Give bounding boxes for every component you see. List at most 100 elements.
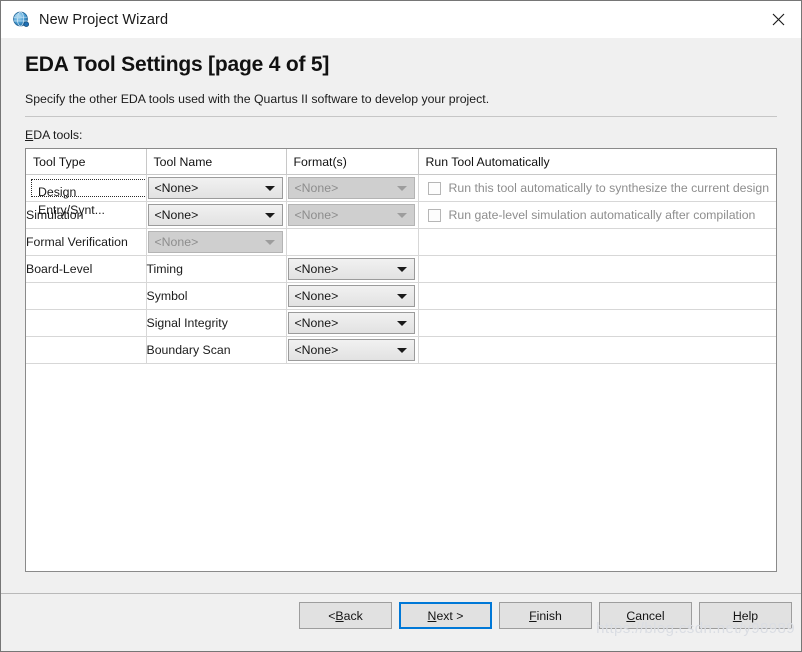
tool-type-label: Design Entry/Synt... [31,179,147,217]
cell-run-tool-automatically [418,282,776,310]
cell-format: <None> [286,201,419,229]
cell-format: <None> [286,174,419,202]
cell-tool-name: Signal Integrity [146,309,287,337]
chevron-down-icon [396,186,407,191]
cell-tool-type[interactable]: Board-Level [26,255,147,283]
cell-format: <None> [286,282,419,310]
globe-icon [12,11,30,29]
column-header-tool-type: Tool Type [26,149,147,175]
cell-format: <None> [286,336,419,364]
cell-empty [418,363,776,364]
chevron-down-icon [264,186,275,191]
run-tool-row: Run gate-level simulation automatically … [419,202,777,228]
chevron-down-icon [264,240,275,245]
format-dropdown: <None> [287,177,415,199]
format-dropdown[interactable]: <None> [287,258,415,280]
eda-tools-label: EDA tools: [25,128,801,142]
format-dropdown-value: <None> [294,343,339,357]
column-header-formats: Format(s) [286,149,419,175]
cell-format [286,228,419,256]
cell-empty [146,363,287,364]
chevron-down-icon [264,213,275,218]
finish-button[interactable]: Finish [499,602,592,629]
chevron-down-icon [396,321,407,326]
close-button[interactable] [755,1,801,38]
next-button[interactable]: Next > [399,602,492,629]
table-body: Design Entry/Synt... <None> <None> Run this… [26,174,777,364]
cell-format: <None> [286,255,419,283]
button-label-mnemonic: H [732,608,742,623]
cell-run-tool-automatically: Run gate-level simulation automatically … [418,201,777,229]
tool-name-dropdown-value: <None> [154,181,199,195]
run-tool-row: Run this tool automatically to synthesiz… [419,175,777,201]
format-dropdown-value: <None> [294,316,339,330]
button-label-mnemonic: F [529,608,537,623]
button-label-rest: ack [343,608,363,623]
tool-name-dropdown[interactable]: <None> [147,177,283,199]
chevron-down-icon [396,294,407,299]
table-row: Boundary Scan <None> [26,336,776,364]
tool-name-label: Timing [146,262,183,276]
tool-name-dropdown[interactable]: <None> [147,204,283,226]
format-dropdown[interactable]: <None> [287,339,415,361]
tool-name-label: Symbol [146,289,188,303]
column-header-run-tool-automatically: Run Tool Automatically [418,149,776,175]
cell-format: <None> [286,309,419,337]
cell-tool-type[interactable]: Formal Verification [26,228,147,256]
cancel-button[interactable]: Cancel [599,602,692,629]
format-dropdown-value: <None> [294,262,339,276]
button-label-mnemonic: C [626,608,636,623]
cell-empty [286,363,419,364]
cell-run-tool-automatically [418,336,776,364]
cell-run-tool-automatically [418,309,776,337]
cell-tool-type[interactable]: Design Entry/Synt... [26,174,147,217]
table-row: Symbol <None> [26,282,776,310]
help-button[interactable]: Help [699,602,792,629]
chevron-down-icon [396,213,407,218]
run-tool-label: Run gate-level simulation automatically … [448,208,756,222]
table-filler-row [26,363,776,364]
footer-buttons: < Back Next > Finish Cancel Help [292,594,792,629]
eda-tools-label-mnemonic: E [25,128,34,142]
table-row: Simulation <None> <None> Run gate-level sim… [26,201,777,229]
run-tool-checkbox[interactable] [427,181,441,195]
cell-tool-name: <None> [146,174,287,202]
format-dropdown[interactable]: <None> [287,312,415,334]
cell-tool-name: <None> [146,228,287,256]
cell-tool-type[interactable] [26,282,147,310]
cell-run-tool-automatically: Run this tool automatically to synthesiz… [418,174,777,202]
chevron-down-icon [396,267,407,272]
cell-run-tool-automatically [418,228,776,256]
button-label-prefix: < [328,608,336,623]
format-dropdown[interactable]: <None> [287,285,415,307]
button-label-mnemonic: N [427,608,437,623]
back-button[interactable]: < Back [299,602,392,629]
eda-tools-label-rest: DA tools: [33,128,83,142]
cell-tool-name: <None> [146,201,287,229]
chevron-down-icon [396,348,407,353]
cell-empty [26,363,147,364]
window-title: New Project Wizard [39,11,169,28]
format-dropdown: <None> [287,204,415,226]
run-tool-checkbox[interactable] [427,208,441,222]
cell-tool-name: Timing [146,255,287,283]
tool-type-label: Simulation [26,208,84,222]
tool-name-label: Boundary Scan [146,343,231,357]
tool-name-dropdown-value: <None> [154,208,199,222]
cell-tool-name: Symbol [146,282,287,310]
button-label-rest: inish [536,608,562,623]
column-header-tool-name: Tool Name [146,149,287,175]
format-dropdown-value: <None> [294,208,339,222]
footer-button-bar: < Back Next > Finish Cancel Help https://blo… [1,594,801,651]
eda-tools-table-panel: Tool Type Tool Name Format(s) Run Tool A… [25,148,777,572]
table-row: Board-Level Timing <None> [26,255,776,283]
run-tool-label: Run this tool automatically to synthesiz… [448,181,770,195]
header-divider [25,116,777,117]
table-row: Signal Integrity <None> [26,309,776,337]
cell-tool-type[interactable] [26,336,147,364]
cell-tool-name: Boundary Scan [146,336,287,364]
button-label-rest: ancel [635,608,665,623]
page-title: EDA Tool Settings [page 4 of 5] [25,53,330,76]
cell-tool-type[interactable] [26,309,147,337]
title-bar: New Project Wizard [1,1,801,38]
